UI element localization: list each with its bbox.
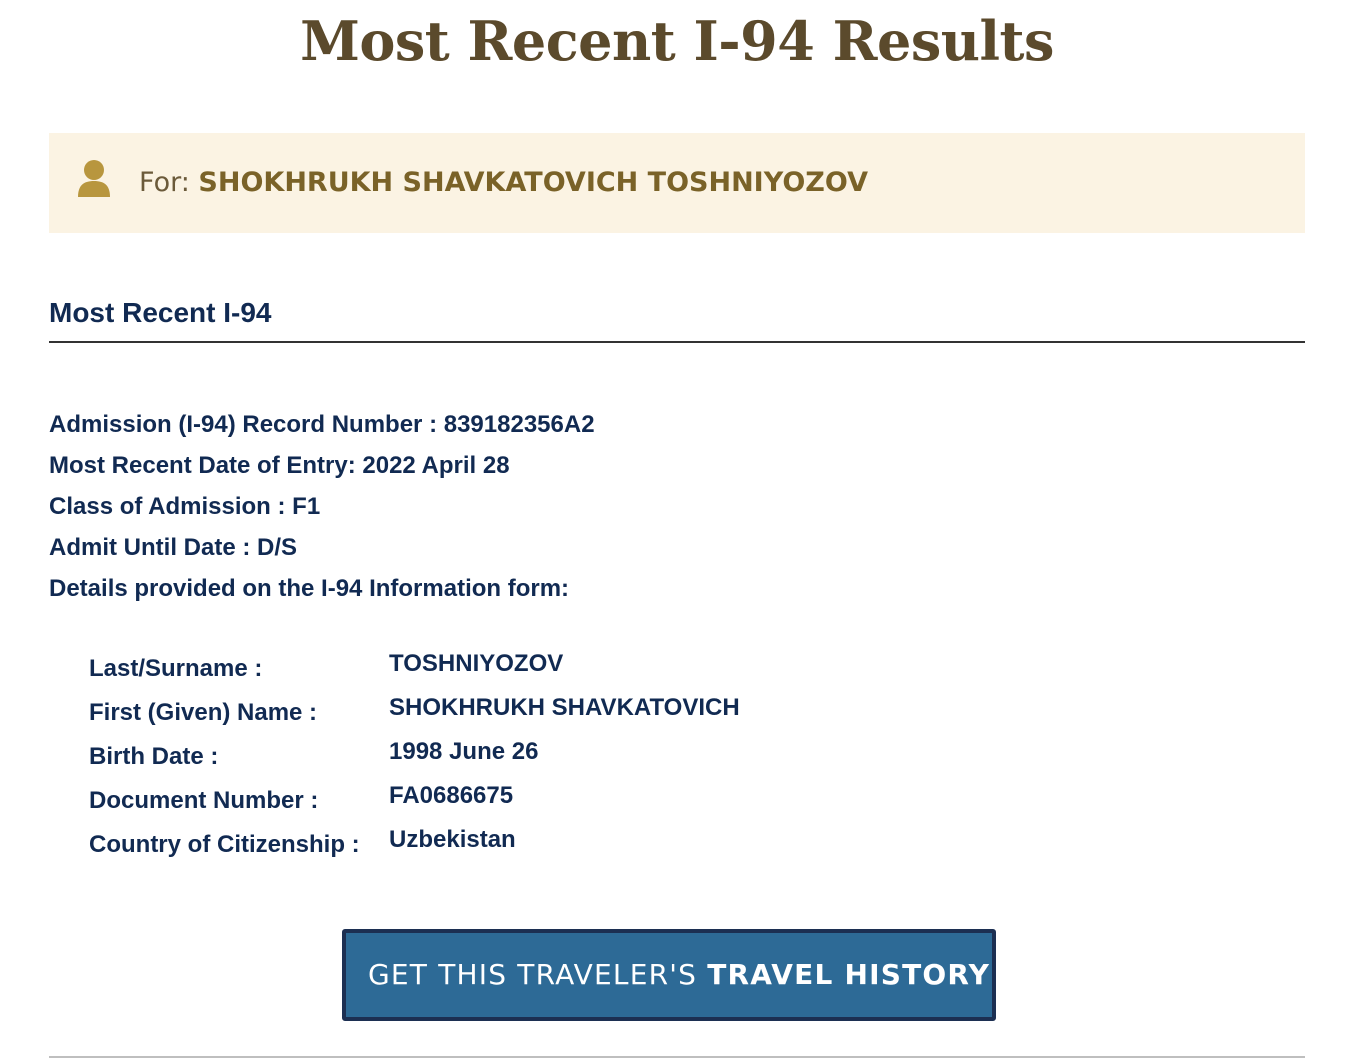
for-label: For: — [139, 167, 190, 198]
row-value: TOSHNIYOZOV — [389, 650, 564, 677]
detail-value: 839182356A2 — [443, 411, 595, 438]
detail-value: D/S — [257, 534, 298, 561]
detail-item-form-intro: Details provided on the I-94 Information… — [49, 568, 595, 609]
row-value: SHOKHRUKH SHAVKATOVICH — [389, 694, 740, 721]
row-value: Uzbekistan — [389, 826, 516, 853]
i94-details-list: Admission (I-94) Record Number : 8391823… — [49, 404, 595, 609]
table-row: Birth Date : 1998 June 26 — [89, 734, 740, 778]
row-label: Document Number : — [89, 787, 319, 814]
detail-label: Details provided on the I-94 Information… — [49, 575, 570, 602]
table-row: Country of Citizenship : Uzbekistan — [89, 822, 740, 866]
detail-label: Admit Until Date : — [49, 534, 251, 561]
row-label: Country of Citizenship : — [89, 831, 360, 858]
detail-item-admit-until: Admit Until Date : D/S — [49, 527, 595, 568]
table-row: Document Number : FA0686675 — [89, 778, 740, 822]
section-heading: Most Recent I-94 — [49, 297, 272, 328]
detail-label: Most Recent Date of Entry: — [49, 452, 356, 479]
row-label: First (Given) Name : — [89, 699, 318, 726]
bottom-divider — [49, 1056, 1305, 1058]
detail-label: Admission (I-94) Record Number : — [49, 411, 438, 438]
table-row: Last/Surname : TOSHNIYOZOV — [89, 646, 740, 690]
button-prefix-text: GET THIS TRAVELER'S — [368, 958, 698, 991]
traveler-full-name: SHOKHRUKH SHAVKATOVICH TOSHNIYOZOV — [198, 167, 868, 198]
row-label: Birth Date : — [89, 743, 219, 770]
row-value: 1998 June 26 — [389, 738, 539, 765]
detail-item-date-of-entry: Most Recent Date of Entry: 2022 April 28 — [49, 445, 595, 486]
table-row: First (Given) Name : SHOKHRUKH SHAVKATOV… — [89, 690, 740, 734]
row-label: Last/Surname : — [89, 655, 263, 682]
traveler-for-text: For: SHOKHRUKH SHAVKATOVICH TOSHNIYOZOV — [139, 165, 868, 201]
section-divider — [49, 341, 1305, 343]
traveler-info-table: Last/Surname : TOSHNIYOZOV First (Given)… — [89, 646, 740, 866]
row-value: FA0686675 — [389, 782, 514, 809]
get-travel-history-button[interactable]: GET THIS TRAVELER'S TRAVEL HISTORY — [342, 929, 996, 1021]
detail-value: F1 — [292, 493, 321, 520]
traveler-banner: For: SHOKHRUKH SHAVKATOVICH TOSHNIYOZOV — [49, 133, 1305, 233]
page-title: Most Recent I-94 Results — [300, 9, 1054, 73]
detail-item-class-of-admission: Class of Admission : F1 — [49, 486, 595, 527]
detail-item-record-number: Admission (I-94) Record Number : 8391823… — [49, 404, 595, 445]
button-strong-text: TRAVEL HISTORY — [707, 958, 991, 991]
detail-label: Class of Admission : — [49, 493, 286, 520]
user-icon — [76, 159, 112, 199]
detail-value: 2022 April 28 — [362, 452, 510, 479]
